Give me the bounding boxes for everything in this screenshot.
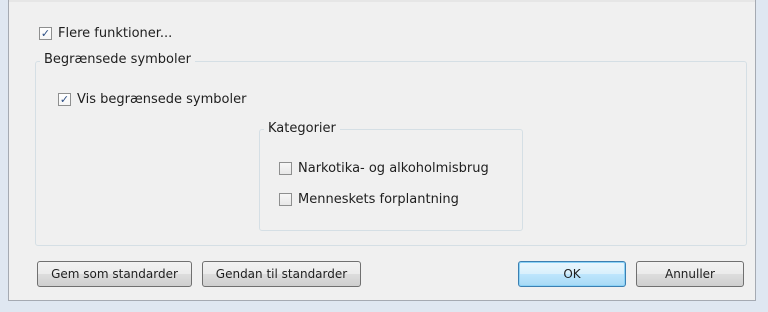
cancel-button[interactable]: Annuller — [636, 261, 744, 287]
restore-default-button[interactable]: Gendan til standarder — [202, 261, 361, 287]
category-drugs-checkbox[interactable]: Narkotika- og alkoholmisbrug — [279, 161, 489, 176]
top-divider — [9, 0, 755, 2]
checkbox-checked-icon: ✓ — [39, 27, 52, 40]
category-reproduction-label: Menneskets forplantning — [298, 192, 459, 207]
checkbox-unchecked-icon — [279, 162, 292, 175]
more-functions-checkbox[interactable]: ✓ Flere funktioner... — [39, 26, 172, 41]
checkbox-checked-icon: ✓ — [58, 93, 71, 106]
dialog-panel: ✓ Flere funktioner... Begrænsede symbole… — [8, 0, 756, 301]
more-functions-label: Flere funktioner... — [58, 26, 173, 41]
categories-group — [259, 129, 523, 231]
category-reproduction-checkbox[interactable]: Menneskets forplantning — [279, 192, 459, 207]
save-as-default-button[interactable]: Gem som standarder — [37, 261, 192, 287]
category-drugs-label: Narkotika- og alkoholmisbrug — [298, 161, 489, 176]
checkbox-unchecked-icon — [279, 193, 292, 206]
ok-button[interactable]: OK — [518, 261, 626, 287]
show-restricted-label: Vis begrænsede symboler — [77, 92, 247, 107]
restricted-symbols-title: Begrænsede symboler — [40, 52, 195, 67]
categories-title: Kategorier — [264, 121, 340, 136]
show-restricted-checkbox[interactable]: ✓ Vis begrænsede symboler — [58, 92, 246, 107]
